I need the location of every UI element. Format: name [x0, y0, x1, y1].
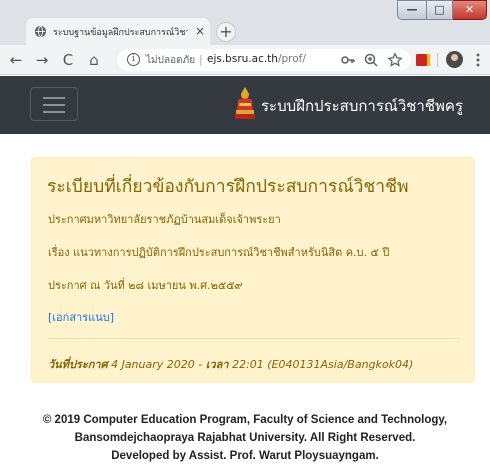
reload-icon[interactable]: C	[58, 50, 78, 70]
back-arrow-icon[interactable]: ←	[6, 50, 26, 70]
url-host: ejs.bsru.ac.th	[207, 53, 278, 65]
close-icon: ✕	[464, 3, 475, 16]
maximize-icon: □	[434, 3, 445, 16]
window-close-button[interactable]: ✕	[453, 0, 487, 20]
announced-date: 4 January 2020	[111, 358, 195, 371]
toolbar-divider	[437, 53, 438, 67]
time-label: เวลา	[205, 358, 229, 371]
notice-title: ระเบียบที่เกี่ยวข้องกับการฝึกประสบการณ์ว…	[47, 177, 409, 197]
announced-label: วันที่ประกาศ	[48, 358, 108, 371]
site-brand-title[interactable]: ระบบฝึกประสบการณ์วิชาชีพครู	[261, 94, 463, 118]
browser-toolbar: ← → C ⌂ i ไม่ปลอดภัย | ejs.bsru.ac.th/pr…	[0, 45, 490, 75]
notice-line-announcement: ประกาศมหาวิทยาลัยราชภัฏบ้านสมเด็จเจ้าพระ…	[48, 213, 281, 226]
globe-icon	[34, 25, 47, 38]
footer-university: Bansomdejchaopraya Rajabhat University. …	[74, 432, 416, 444]
window-minimize-button[interactable]: —	[397, 0, 427, 20]
address-url[interactable]: ejs.bsru.ac.th/prof/	[207, 53, 306, 65]
regulation-notice-card: ระเบียบที่เกี่ยวข้องกับการฝึกประสบการณ์ว…	[31, 157, 475, 383]
menu-toggle-button[interactable]	[30, 87, 78, 121]
page-footer: © 2019 Computer Education Program, Facul…	[0, 411, 490, 465]
browser-tab-strip: ระบบฐานข้อมูลฝึกประสบการณ์วิชาชีพ × + — …	[0, 0, 490, 45]
extension-icon[interactable]	[416, 54, 430, 66]
notice-line-date: ประกาศ ณ วันที่ ๒๘ เมษายน พ.ศ.๒๕๕๙	[48, 279, 243, 292]
card-divider	[48, 338, 460, 339]
address-bar[interactable]: i ไม่ปลอดภัย | ejs.bsru.ac.th/prof/	[117, 49, 411, 71]
zoom-icon[interactable]	[363, 52, 379, 68]
key-icon[interactable]	[340, 52, 356, 68]
url-path: /prof/	[277, 53, 306, 65]
address-separator: |	[199, 53, 203, 66]
profile-avatar[interactable]	[446, 51, 463, 68]
time-value: 22:01 (E040131Asia/Bangkok04)	[232, 358, 414, 371]
site-navbar: ระบบฝึกประสบการณ์วิชาชีพครู	[0, 76, 490, 134]
notice-timestamp: วันที่ประกาศ 4 January 2020 - เวลา 22:01…	[48, 358, 414, 371]
menu-dots-icon[interactable]	[472, 50, 484, 70]
minimize-icon: —	[406, 3, 418, 16]
footer-developer: Developed by Assist. Prof. Warut Ploysua…	[111, 450, 379, 462]
home-icon[interactable]: ⌂	[84, 50, 104, 70]
window-maximize-button[interactable]: □	[427, 0, 453, 20]
university-logo-icon[interactable]	[233, 86, 257, 120]
attachment-link[interactable]: [เอกสารแนบ]	[48, 308, 114, 326]
star-icon[interactable]	[387, 52, 403, 68]
tab-title: ระบบฐานข้อมูลฝึกประสบการณ์วิชาชีพ	[53, 28, 188, 38]
browser-tab[interactable]: ระบบฐานข้อมูลฝึกประสบการณ์วิชาชีพ ×	[26, 18, 210, 45]
notice-line-subject: เรื่อง แนวทางการปฏิบัติการฝึกประสบการณ์ว…	[48, 246, 390, 259]
info-icon[interactable]: i	[127, 53, 140, 66]
new-tab-button[interactable]: +	[216, 22, 236, 42]
footer-copyright: © 2019 Computer Education Program, Facul…	[42, 414, 448, 426]
forward-arrow-icon[interactable]: →	[32, 50, 52, 70]
tab-close-icon[interactable]: ×	[192, 23, 208, 39]
security-status: ไม่ปลอดภัย	[146, 55, 196, 66]
